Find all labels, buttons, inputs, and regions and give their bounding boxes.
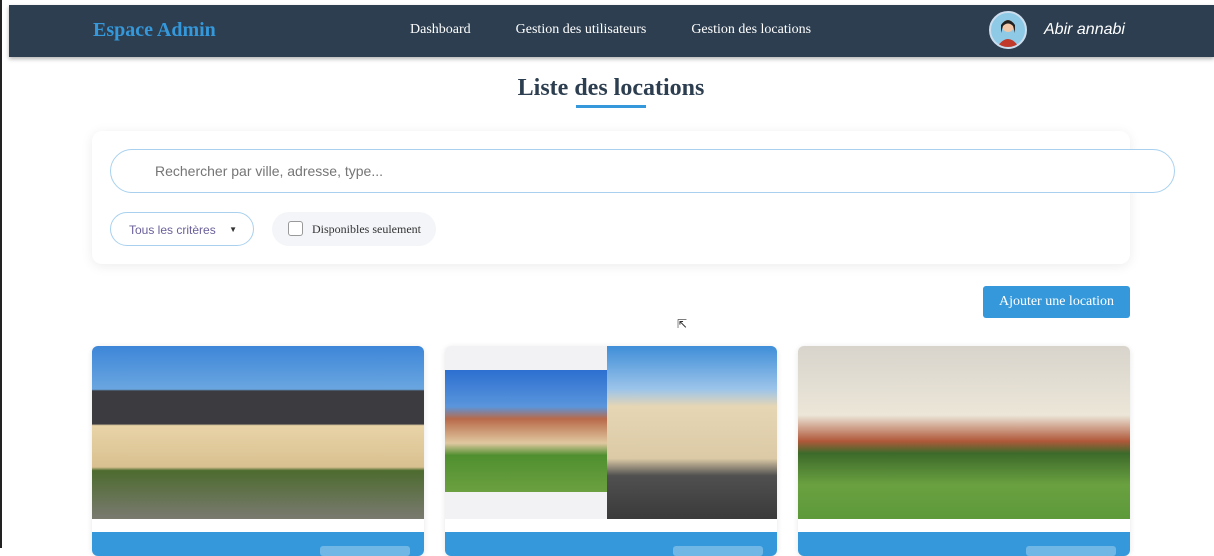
user-name[interactable]: Abir annabi — [1044, 21, 1125, 39]
location-card[interactable] — [798, 346, 1130, 556]
nav-links: Dashboard Gestion des utilisateurs Gesti… — [410, 22, 811, 38]
nav-dashboard[interactable]: Dashboard — [410, 22, 471, 38]
card-footer — [798, 532, 1130, 556]
brand-logo[interactable]: Espace Admin — [93, 19, 216, 42]
criteria-select-value: Tous les critères — [129, 223, 216, 237]
available-only-toggle[interactable]: Disponibles seulement — [272, 212, 436, 246]
caret-down-icon: ▼ — [229, 225, 237, 234]
checkbox[interactable] — [288, 221, 303, 236]
location-card[interactable] — [92, 346, 424, 556]
navbar: Espace Admin Dashboard Gestion des utili… — [9, 5, 1214, 57]
mouse-cursor-icon: ⇱ — [677, 317, 688, 331]
location-image — [92, 346, 424, 519]
search-input[interactable] — [110, 149, 1175, 193]
filter-panel: Tous les critères ▼ Disponibles seulement — [92, 131, 1175, 264]
page-title: Liste des locations — [517, 75, 705, 101]
criteria-select[interactable]: Tous les critères ▼ — [110, 212, 254, 246]
location-image — [798, 346, 1130, 519]
location-image — [445, 346, 777, 519]
add-location-button[interactable]: Ajouter une location — [983, 286, 1130, 318]
card-footer — [445, 532, 777, 556]
available-only-label: Disponibles seulement — [312, 222, 421, 236]
nav-users[interactable]: Gestion des utilisateurs — [516, 22, 647, 38]
nav-locations[interactable]: Gestion des locations — [691, 22, 811, 38]
card-footer — [92, 532, 424, 556]
avatar[interactable] — [989, 11, 1027, 49]
location-card[interactable] — [445, 346, 777, 556]
title-underline — [576, 105, 646, 108]
